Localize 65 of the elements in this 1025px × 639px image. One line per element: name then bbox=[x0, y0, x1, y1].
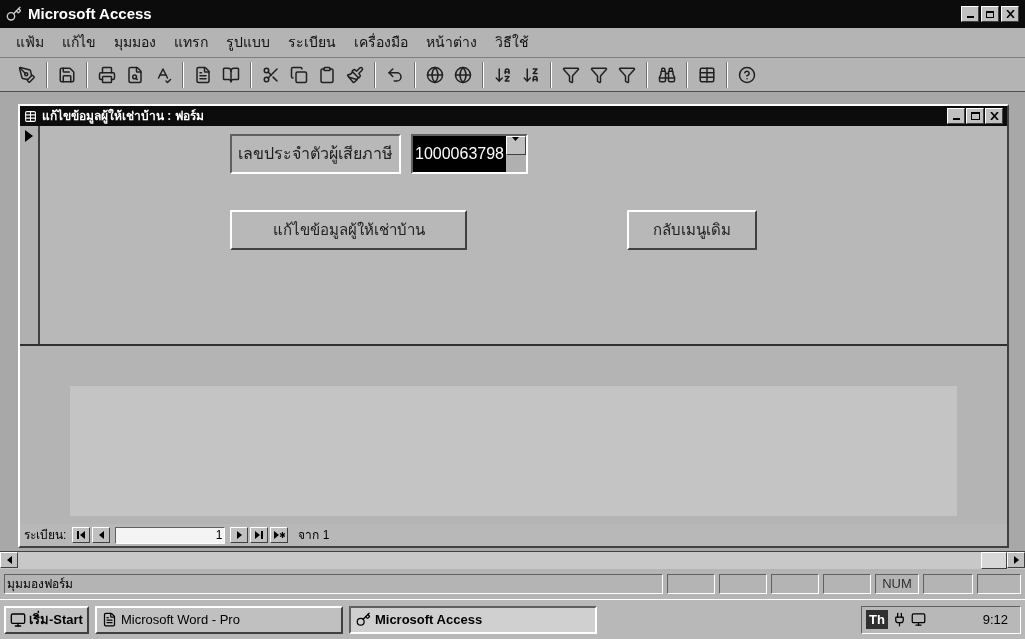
document-icon bbox=[101, 612, 117, 627]
status-panel bbox=[719, 574, 767, 594]
previous-record-button[interactable] bbox=[92, 527, 111, 543]
status-panel bbox=[977, 574, 1021, 594]
monitor-icon bbox=[10, 611, 26, 628]
menu-item[interactable]: วิธีใช้ bbox=[493, 32, 531, 53]
scroll-right-button[interactable] bbox=[1007, 552, 1025, 568]
combo-value: 1000063798 bbox=[413, 136, 506, 172]
left-triangle-icon bbox=[6, 556, 12, 564]
back-to-menu-button[interactable]: กลับเมนูเดิม bbox=[627, 210, 757, 250]
record-count: จาก 1 bbox=[298, 527, 330, 544]
previous-icon bbox=[98, 531, 104, 539]
record-number-field[interactable]: 1 bbox=[115, 526, 226, 544]
clock: 9:12 bbox=[982, 610, 1008, 629]
start-button[interactable]: เริ่ม-Start bbox=[4, 605, 89, 634]
taxpayer-id-label: เลขประจำตัวผู้เสียภาษี bbox=[230, 134, 401, 174]
close-icon bbox=[1005, 10, 1015, 18]
first-record-button[interactable] bbox=[72, 527, 91, 543]
menu-item[interactable]: แฟ้ม bbox=[14, 32, 46, 53]
taskbar-button[interactable]: Microsoft Access bbox=[348, 605, 597, 634]
last-record-button[interactable] bbox=[250, 527, 269, 543]
last-record-icon bbox=[255, 531, 264, 539]
menu-item[interactable]: ระเบียน bbox=[286, 32, 338, 53]
menu-item[interactable]: มุมมอง bbox=[112, 32, 158, 53]
minimize-button[interactable] bbox=[947, 108, 965, 124]
menu-item[interactable]: แทรก bbox=[172, 32, 210, 53]
minimize-button[interactable] bbox=[961, 6, 979, 22]
next-record-button[interactable] bbox=[230, 527, 249, 543]
new-record-button[interactable] bbox=[270, 527, 289, 543]
key-icon bbox=[6, 6, 22, 22]
form-icon bbox=[24, 109, 37, 123]
menu-item[interactable]: รูปแบบ bbox=[224, 32, 272, 53]
key-icon bbox=[355, 612, 371, 627]
maximize-button[interactable] bbox=[966, 108, 984, 124]
scroll-left-button[interactable] bbox=[0, 552, 18, 568]
window-title: Microsoft Access bbox=[28, 3, 152, 24]
menu-item[interactable]: หน้าต่าง bbox=[424, 32, 479, 53]
first-record-icon bbox=[77, 531, 86, 539]
form-title: แก้ไขข้อมูลผู้ให้เช่าบ้าน : ฟอร์ม bbox=[42, 107, 204, 125]
monitor-icon[interactable] bbox=[910, 612, 926, 627]
status-panel bbox=[923, 574, 973, 594]
num-lock-indicator: NUM bbox=[875, 574, 919, 594]
horizontal-scrollbar[interactable] bbox=[0, 551, 1025, 569]
status-panel bbox=[667, 574, 715, 594]
edit-landlord-button[interactable]: แก้ไขข้อมูลผู้ให้เช่าบ้าน bbox=[230, 210, 467, 250]
caret-icon bbox=[512, 137, 520, 141]
menu-item[interactable]: เครื่องมือ bbox=[352, 32, 410, 53]
taxpayer-id-combo[interactable]: 1000063798 bbox=[411, 134, 528, 174]
scroll-thumb[interactable] bbox=[981, 552, 1007, 569]
close-button[interactable] bbox=[1001, 6, 1019, 22]
language-indicator[interactable]: Th bbox=[866, 609, 888, 630]
current-record-icon bbox=[25, 130, 33, 142]
status-panel bbox=[771, 574, 819, 594]
menu-item[interactable]: แก้ไข bbox=[60, 32, 98, 53]
next-icon bbox=[236, 531, 242, 539]
status-text: มุมมองฟอร์ม bbox=[4, 574, 663, 594]
close-icon bbox=[989, 112, 999, 120]
right-triangle-icon bbox=[1013, 556, 1019, 564]
restore-button[interactable] bbox=[981, 6, 999, 22]
new-record-icon bbox=[273, 531, 285, 539]
taskbar-button[interactable]: Microsoft Word - Pro bbox=[94, 605, 343, 634]
record-selector[interactable] bbox=[20, 126, 40, 344]
navigation-label: ระเบียน: bbox=[24, 527, 67, 544]
close-button[interactable] bbox=[985, 108, 1003, 124]
status-panel bbox=[823, 574, 871, 594]
